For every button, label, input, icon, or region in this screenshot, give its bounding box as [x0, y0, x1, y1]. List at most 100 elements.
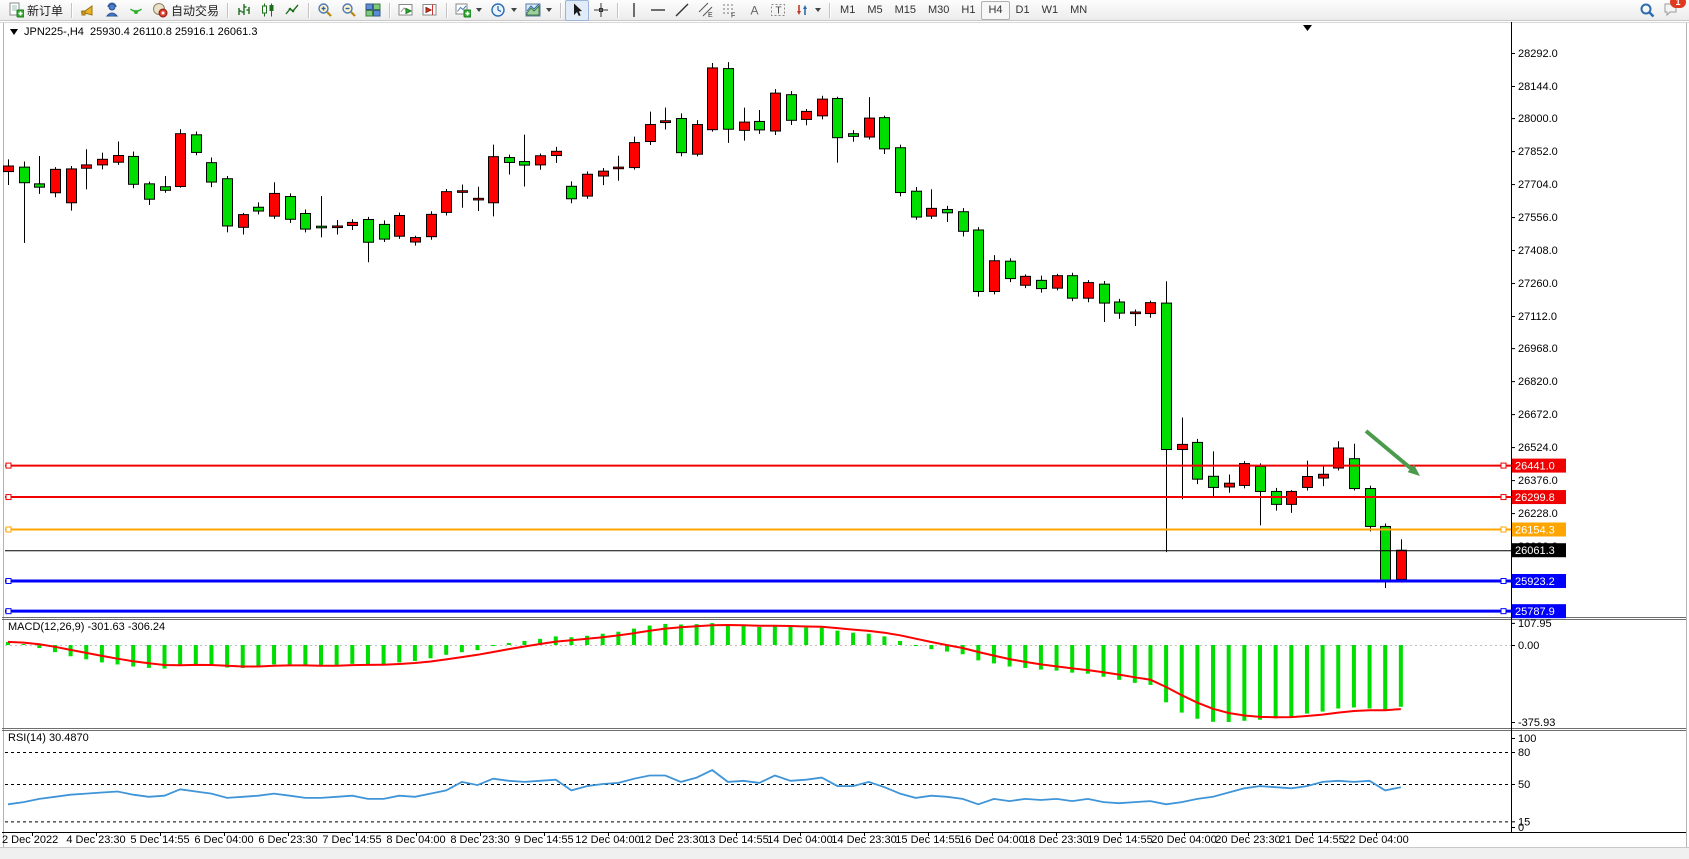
channel-tool-button[interactable]: E: [694, 0, 718, 21]
auto-scroll-button[interactable]: [394, 0, 418, 21]
chart-shift-button[interactable]: [418, 0, 442, 21]
candle: [1006, 261, 1016, 278]
zoom-out-button[interactable]: [337, 0, 361, 21]
zoom-in-icon: [317, 2, 333, 18]
macd-histogram-bar: [382, 645, 386, 664]
tile-windows-button[interactable]: [361, 0, 385, 21]
separator: [617, 3, 618, 18]
add-indicator-button[interactable]: [451, 0, 486, 21]
timeframe-button-M5[interactable]: M5: [861, 2, 888, 19]
separator: [446, 3, 447, 18]
line-handle[interactable]: [6, 609, 11, 614]
line-chart-button[interactable]: [280, 0, 304, 21]
price-axis-label: 26376.0: [1518, 475, 1558, 487]
candle: [489, 157, 499, 203]
macd-histogram-bar: [835, 631, 839, 645]
chart-shift-icon: [422, 2, 438, 18]
rsi-axis-label: 50: [1518, 779, 1530, 791]
line-handle[interactable]: [1501, 579, 1506, 584]
periods-button[interactable]: [486, 0, 521, 21]
line-handle[interactable]: [6, 579, 11, 584]
horizontal-line-tool-button[interactable]: [646, 0, 670, 21]
line-handle[interactable]: [1501, 495, 1506, 500]
candle: [849, 134, 859, 137]
symbol-dropdown-icon[interactable]: [10, 29, 18, 35]
timeframe-button-M15[interactable]: M15: [889, 2, 922, 19]
line-handle[interactable]: [1501, 527, 1506, 532]
label-tool-button[interactable]: T: [766, 0, 790, 21]
trendline-tool-button[interactable]: [670, 0, 694, 21]
sound-button[interactable]: [76, 0, 100, 21]
macd-histogram-bar: [444, 645, 448, 655]
timeframe-button-M1[interactable]: M1: [834, 2, 861, 19]
candle: [1084, 283, 1094, 299]
line-handle[interactable]: [6, 527, 11, 532]
horn-icon: [80, 2, 96, 18]
macd-histogram-bar: [272, 645, 276, 664]
zoom-out-icon: [341, 2, 357, 18]
line-handle[interactable]: [6, 495, 11, 500]
timeframe-group: M1M5M15M30H1H4D1W1MN: [834, 1, 1093, 20]
candle: [35, 184, 45, 187]
bar-chart-button[interactable]: [232, 0, 256, 21]
bar-chart-icon: [236, 2, 252, 18]
candle: [333, 226, 343, 228]
timeframe-button-D1[interactable]: D1: [1010, 2, 1036, 19]
time-axis-label: 5 Dec 14:55: [130, 834, 189, 846]
arrows-tool-button[interactable]: [790, 0, 825, 21]
line-handle[interactable]: [1501, 463, 1506, 468]
candle: [520, 162, 530, 166]
text-letter: A: [751, 4, 759, 18]
crosshair-tool-button[interactable]: [589, 0, 613, 21]
zoom-in-button[interactable]: [313, 0, 337, 21]
templates-button[interactable]: [521, 0, 556, 21]
macd-histogram-bar: [898, 641, 902, 645]
timeframe-button-H1[interactable]: H1: [955, 2, 981, 19]
search-icon[interactable]: [1639, 2, 1655, 18]
candle: [67, 169, 77, 203]
candle: [301, 213, 311, 229]
macd-histogram-bar: [178, 645, 182, 665]
line-handle[interactable]: [1501, 609, 1506, 614]
separator: [560, 3, 561, 18]
text-tool-button[interactable]: A: [742, 0, 766, 21]
candle: [145, 184, 155, 199]
support-button[interactable]: [100, 0, 124, 21]
fibonacci-tool-button[interactable]: F: [718, 0, 742, 21]
time-axis-label: 18 Dec 23:30: [1023, 834, 1088, 846]
timeframe-button-MN[interactable]: MN: [1064, 2, 1093, 19]
price-axis-label: 27260.0: [1518, 278, 1558, 290]
macd-histogram-bar: [1023, 645, 1027, 668]
line-handle[interactable]: [6, 463, 11, 468]
candle: [1037, 280, 1047, 288]
candlestick-chart-button[interactable]: [256, 0, 280, 21]
macd-histogram-bar: [303, 645, 307, 665]
macd-histogram-bar: [742, 626, 746, 645]
price-tag-label: 26299.8: [1515, 492, 1555, 504]
timeframe-button-H4[interactable]: H4: [981, 1, 1009, 20]
macd-histogram-bar: [1383, 645, 1387, 710]
autotrade-button[interactable]: 自动交易: [148, 0, 223, 21]
cursor-tool-button[interactable]: [565, 0, 589, 21]
templates-icon: [525, 2, 541, 18]
timeframe-button-M30[interactable]: M30: [922, 2, 955, 19]
chat-button[interactable]: 1: [1663, 1, 1679, 20]
timeframe-button-W1[interactable]: W1: [1036, 2, 1065, 19]
candle: [4, 166, 14, 172]
macd-histogram-bar: [476, 645, 480, 650]
macd-histogram-bar: [1164, 645, 1168, 702]
rsi-axis-label: 0: [1518, 822, 1524, 834]
macd-histogram-bar: [1258, 645, 1262, 720]
chart-canvas[interactable]: 28292.028144.028000.027852.027704.027556…: [0, 0, 1689, 859]
candle: [1146, 303, 1156, 314]
vertical-line-icon: [626, 2, 642, 18]
macd-histogram-bar: [789, 627, 793, 645]
signal-button[interactable]: [124, 0, 148, 21]
toolbar-right-icons: 1: [1639, 1, 1685, 20]
vertical-line-tool-button[interactable]: [622, 0, 646, 21]
new-order-button[interactable]: 新订单: [4, 0, 67, 21]
separator: [71, 3, 72, 18]
macd-histogram-bar: [225, 645, 229, 668]
macd-histogram-bar: [757, 627, 761, 645]
fibonacci-icon: F: [722, 2, 738, 18]
